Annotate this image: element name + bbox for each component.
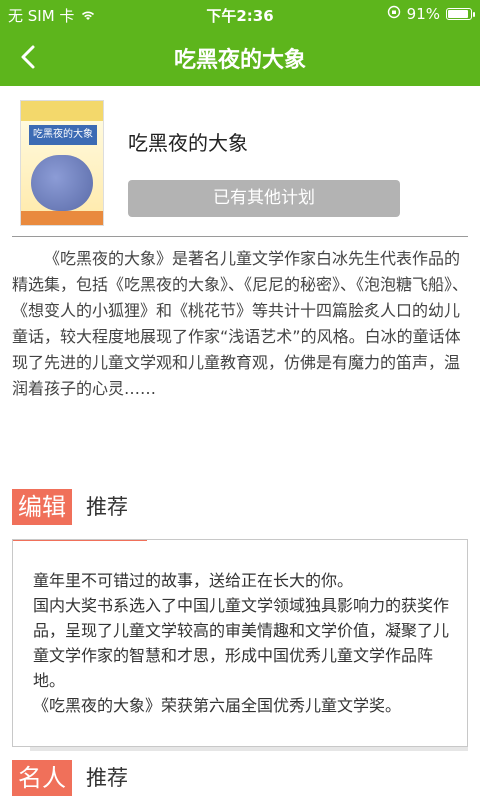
- cover-band: [21, 101, 103, 121]
- recommend-line: 国内大奖书系选入了中国儿童文学领域独具影响力的获奖作品，呈现了儿童文学较高的审美…: [33, 596, 450, 690]
- book-name: 吃黑夜的大象: [128, 131, 248, 155]
- recommend-line: 《吃黑夜的大象》荣获第六届全国优秀儿童文学奖。: [33, 696, 402, 715]
- celebrity-recommend-label: 推荐: [86, 766, 128, 790]
- battery-fill: [448, 10, 469, 18]
- celebrity-tag: 名人: [12, 760, 72, 796]
- editor-recommend-box: 童年里不可错过的故事，送给正在长大的你。 国内大奖书系选入了中国儿童文学领域独具…: [12, 539, 468, 747]
- nav-bar: 吃黑夜的大象: [0, 28, 480, 86]
- cover-title: 吃黑夜的大象: [29, 125, 97, 145]
- cover-illustration: [31, 155, 93, 211]
- editor-recommend-label: 推荐: [86, 495, 128, 519]
- book-introduction: 《吃黑夜的大象》是著名儿童文学作家白冰先生代表作品的精选集，包括《吃黑夜的大象》…: [12, 249, 469, 398]
- book-cover: 吃黑夜的大象: [20, 100, 104, 226]
- editor-tag: 编辑: [12, 489, 72, 525]
- plan-button[interactable]: 已有其他计划: [128, 180, 400, 217]
- celebrity-recommend-header: 名人 推荐: [12, 760, 128, 796]
- status-bar: 无 SIM 卡 下午2:36 91%: [0, 0, 480, 28]
- recommend-line: 童年里不可错过的故事，送给正在长大的你。: [33, 571, 354, 590]
- cover-bottom-band: [21, 211, 103, 225]
- divider: [12, 236, 468, 237]
- orientation-lock-icon: [387, 5, 401, 23]
- status-right: 91%: [387, 5, 475, 23]
- box-shadow: [30, 747, 468, 751]
- page-title: 吃黑夜的大象: [173, 48, 306, 73]
- battery-icon: [446, 8, 475, 20]
- editor-recommend-header: 编辑 推荐: [12, 489, 128, 525]
- battery-percent: 91%: [406, 5, 440, 23]
